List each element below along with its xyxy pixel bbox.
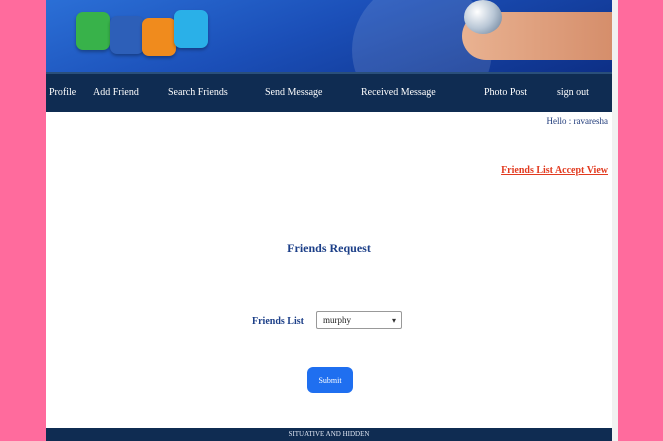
skype-app-icon [174,10,208,48]
nav-sign-out[interactable]: sign out [557,87,589,98]
friends-list-label: Friends List [252,316,304,327]
nav-photo-post[interactable]: Photo Post [484,87,527,98]
form-title: Friends Request [287,241,371,255]
select-value: murphy [323,315,351,325]
nav-search-friends[interactable]: Search Friends [168,87,228,98]
header-banner [46,0,612,72]
greeting-text: Hello : ravaresha [546,116,608,126]
chevron-down-icon: ▾ [391,316,396,325]
submit-button[interactable]: Submit [307,367,353,393]
friends-list-select[interactable]: murphy ▾ [316,311,402,329]
blogger-app-icon [142,18,176,56]
footer: SITUATIVE AND HIDDEN [46,428,612,441]
friends-list-accept-view-link[interactable]: Friends List Accept View [501,165,608,176]
chat-app-icon [76,12,110,50]
nav-add-friend[interactable]: Add Friend [93,87,139,98]
nav-received-message[interactable]: Received Message [361,87,436,98]
scrollbar[interactable] [612,0,618,441]
nav-send-message[interactable]: Send Message [265,87,323,98]
globe-image [464,0,502,34]
nav-profile[interactable]: Profile [49,87,76,98]
page-frame: Profile Add Friend Search Friends Send M… [46,0,612,441]
main-nav: Profile Add Friend Search Friends Send M… [46,72,612,112]
myspace-app-icon [110,16,144,54]
